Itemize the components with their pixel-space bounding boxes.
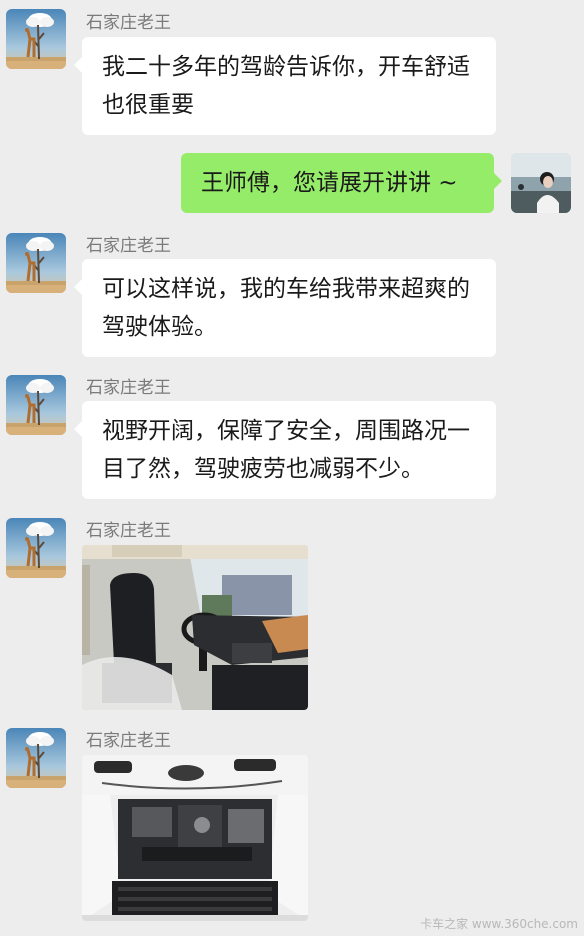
sender-name: 石家庄老王 [86, 378, 171, 398]
giraffe-avatar-icon [6, 233, 66, 293]
avatar[interactable] [511, 153, 571, 213]
image-message[interactable] [82, 755, 308, 921]
giraffe-avatar-icon [6, 728, 66, 788]
sender-name: 石家庄老王 [86, 731, 171, 751]
message-row: 石家庄老王 我二十多年的驾龄告诉你，开车舒适也很重要 [0, 0, 584, 140]
avatar[interactable] [6, 518, 66, 578]
message-bubble[interactable]: 我二十多年的驾龄告诉你，开车舒适也很重要 [74, 37, 496, 135]
user-avatar-icon [511, 153, 571, 213]
avatar[interactable] [6, 728, 66, 788]
message-row: 石家庄老王 卡车之家 www.360che.com [0, 723, 584, 936]
message-row-self: 王师傅，您请展开讲讲 ~ [0, 145, 584, 220]
avatar[interactable] [6, 9, 66, 69]
avatar[interactable] [6, 233, 66, 293]
sender-name: 石家庄老王 [86, 13, 171, 33]
message-row: 石家庄老王 [0, 513, 584, 718]
message-row: 石家庄老王 视野开阔，保障了安全，周围路况一目了然，驾驶疲劳也减弱不少。 [0, 370, 584, 505]
message-row: 石家庄老王 可以这样说，我的车给我带来超爽的驾驶体验。 [0, 228, 584, 363]
truck-engine-bay-photo [82, 755, 308, 921]
image-message[interactable] [82, 545, 308, 710]
giraffe-avatar-icon [6, 375, 66, 435]
message-bubble[interactable]: 视野开阔，保障了安全，周围路况一目了然，驾驶疲劳也减弱不少。 [74, 401, 496, 499]
avatar[interactable] [6, 375, 66, 435]
message-bubble[interactable]: 王师傅，您请展开讲讲 ~ [181, 153, 502, 213]
message-bubble[interactable]: 可以这样说，我的车给我带来超爽的驾驶体验。 [74, 259, 496, 357]
truck-cab-interior-photo [82, 545, 308, 710]
giraffe-avatar-icon [6, 518, 66, 578]
sender-name: 石家庄老王 [86, 521, 171, 541]
sender-name: 石家庄老王 [86, 236, 171, 256]
watermark: 卡车之家 www.360che.com [420, 917, 578, 931]
giraffe-avatar-icon [6, 9, 66, 69]
